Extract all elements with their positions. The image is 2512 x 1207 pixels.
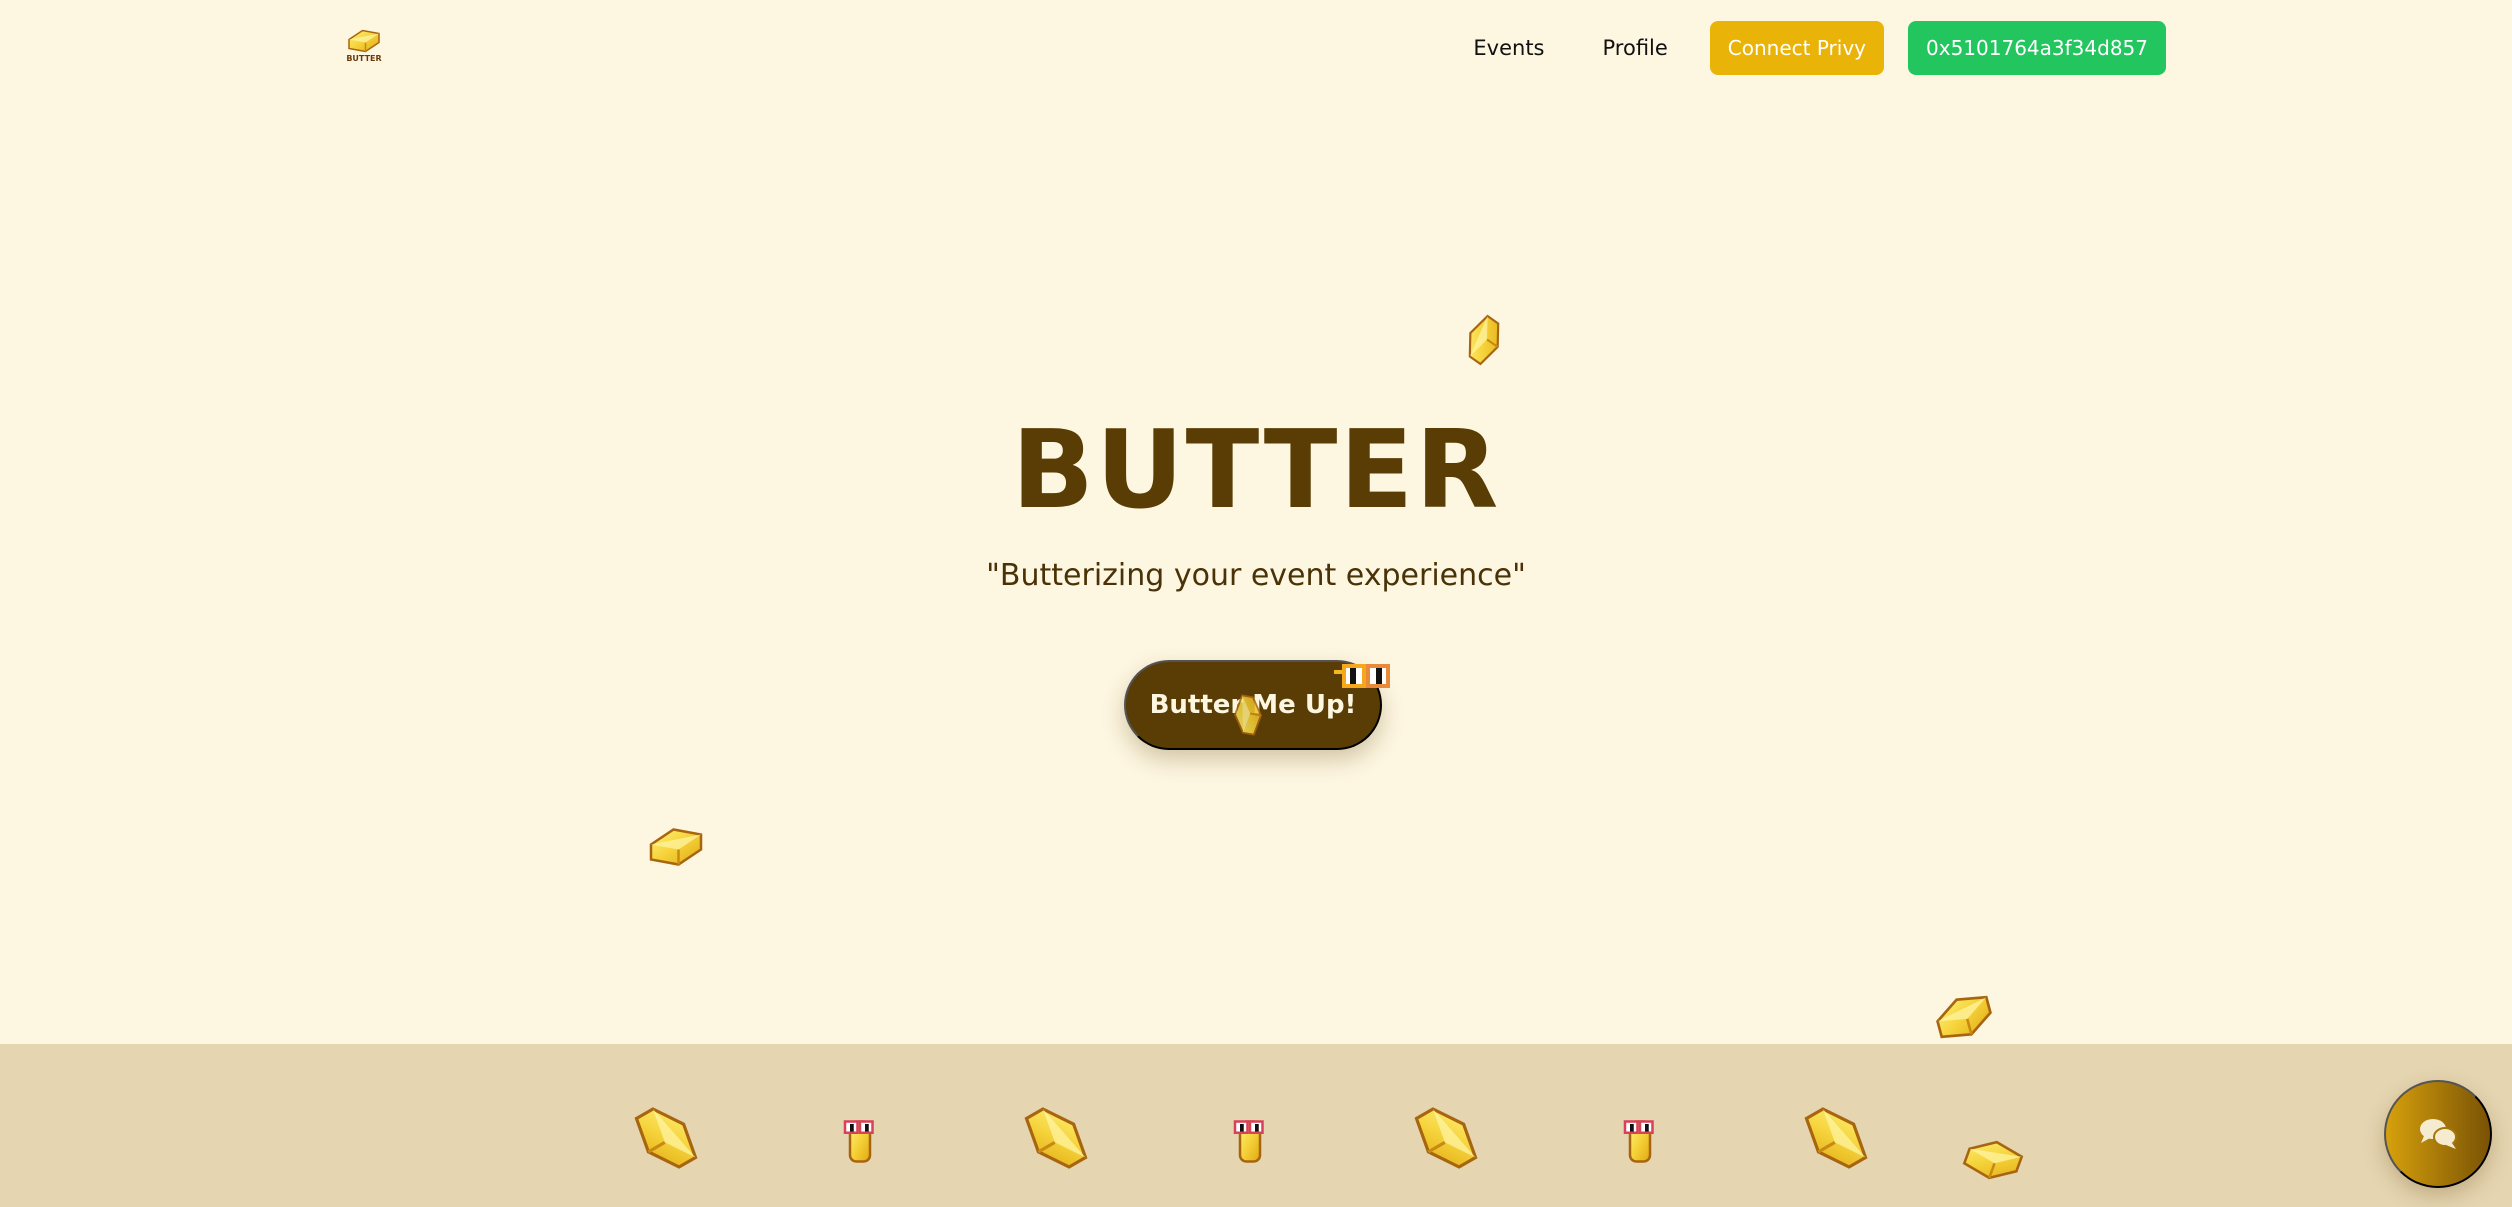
nav-link-profile[interactable]: Profile [1603, 36, 1668, 60]
butter-bar-icon [1932, 990, 1996, 1044]
chat-bubbles-icon [2420, 1119, 2457, 1149]
navbar: BUTTER Events Profile Connect Privy 0x51… [0, 0, 2512, 96]
butter-sunglasses-icon [1623, 1120, 1654, 1163]
logo-text: BUTTER [346, 54, 382, 63]
butter-bar-icon [1799, 1100, 1873, 1176]
nav-link-events[interactable]: Events [1473, 36, 1544, 60]
logo[interactable]: BUTTER [342, 26, 386, 70]
butter-bar-icon [1019, 1100, 1093, 1176]
butter-sunglasses-icon [1233, 1120, 1264, 1163]
nav-links: Events Profile Connect Privy 0x5101764a3… [1473, 21, 2166, 75]
chat-button[interactable] [2384, 1080, 2492, 1188]
butter-bar-icon [1962, 1134, 2024, 1186]
hero-tagline: "Butterizing your event experience" [986, 558, 1526, 593]
butter-bar-icon [1458, 312, 1510, 368]
sunglasses-icon [1334, 664, 1390, 688]
butter-bar-icon [1231, 693, 1265, 737]
butter-sunglasses-icon [843, 1120, 874, 1163]
wallet-address-button[interactable]: 0x5101764a3f34d857 [1908, 21, 2166, 75]
butter-bar-icon [1409, 1100, 1483, 1176]
butter-bar-icon [348, 29, 380, 53]
butter-bar-icon [629, 1100, 703, 1176]
connect-privy-button[interactable]: Connect Privy [1709, 21, 1885, 75]
hero-title: BUTTER [1011, 408, 1501, 533]
butter-bar-icon [649, 828, 703, 866]
